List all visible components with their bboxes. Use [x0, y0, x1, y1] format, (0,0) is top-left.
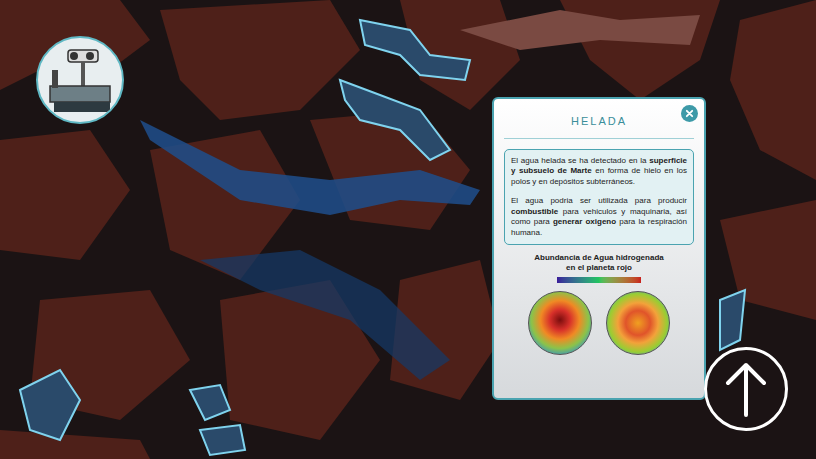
- close-button[interactable]: [681, 105, 698, 122]
- color-scale: [557, 277, 641, 283]
- body-text: El agua helada se ha detectado en la: [511, 156, 649, 165]
- info-card: HELADA El agua helada se ha detectado en…: [492, 97, 706, 400]
- up-arrow-icon: [724, 361, 768, 417]
- north-hemisphere-map: [528, 291, 592, 355]
- chart-title-line: Abundancia de Agua hidrogenada: [534, 253, 664, 263]
- game-scene: HELADA El agua helada se ha detectado en…: [0, 0, 816, 459]
- chart-title-line: en el planeta rojo: [566, 263, 632, 273]
- mars-maps: [528, 291, 670, 355]
- rover-icon: [40, 40, 120, 120]
- description-box: El agua helada se ha detectado en la sup…: [504, 149, 694, 246]
- chart-title: Abundancia de Agua hidrogenadaen el plan…: [534, 253, 664, 273]
- up-button[interactable]: [704, 347, 788, 431]
- south-hemisphere-map: [606, 291, 670, 355]
- body-text: El agua podria ser utilizada para produc…: [511, 196, 687, 205]
- description-paragraph: El agua podria ser utilizada para produc…: [511, 196, 687, 238]
- water-chart: Abundancia de Agua hidrogenadaen el plan…: [504, 253, 694, 355]
- card-title: HELADA: [504, 113, 694, 139]
- description-paragraph: El agua helada se ha detectado en la sup…: [511, 156, 687, 188]
- highlight-text: combustible: [511, 207, 558, 216]
- highlight-text: generar oxigeno: [553, 217, 616, 226]
- close-icon: [685, 109, 694, 118]
- rover-avatar[interactable]: [36, 36, 124, 124]
